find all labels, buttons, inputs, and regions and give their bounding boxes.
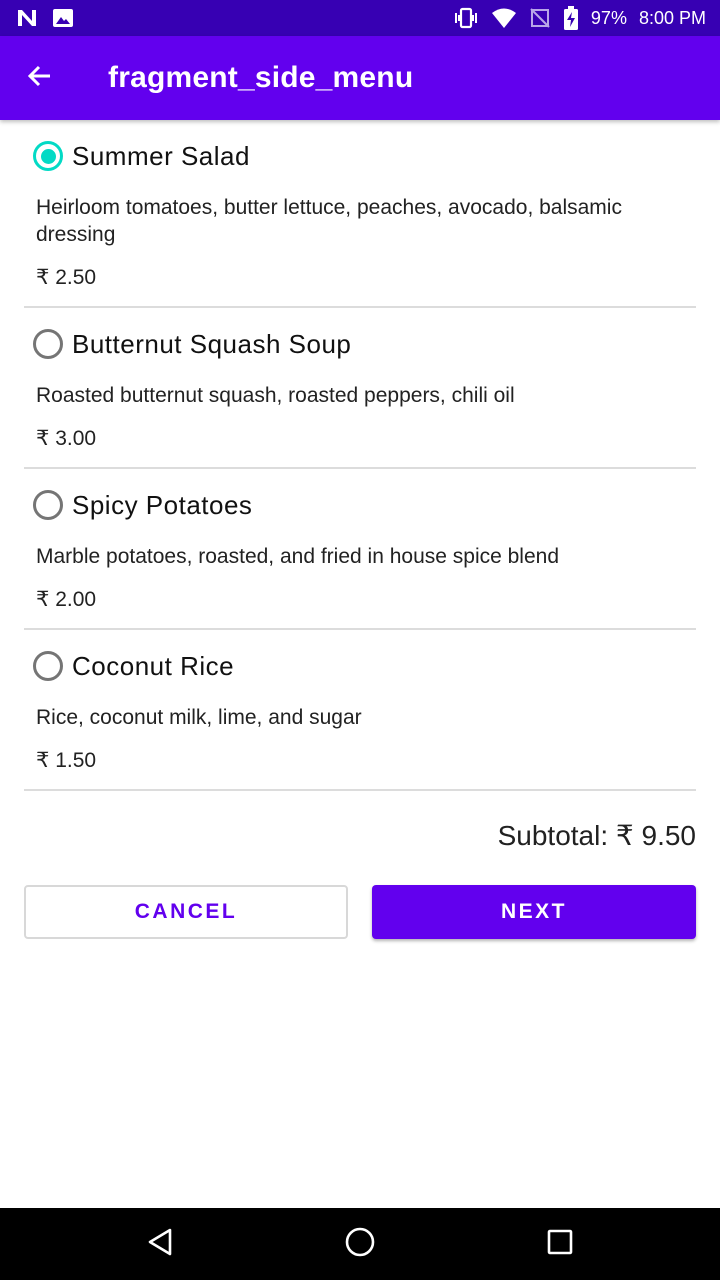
status-time: 8:00 PM [638, 7, 706, 28]
page-title: fragment_side_menu [108, 61, 414, 94]
no-sim-icon [529, 7, 551, 29]
menu-item-radio-row[interactable]: Butternut Squash Soup [24, 308, 696, 380]
menu-item-description: Roasted butternut squash, roasted pepper… [36, 384, 515, 407]
nav-home-button[interactable] [320, 1208, 400, 1280]
radio-button[interactable] [33, 651, 63, 681]
next-button[interactable]: NEXT [372, 885, 696, 939]
menu-item-spicy-potatoes: Spicy Potatoes Marble potatoes, roasted,… [24, 469, 696, 630]
battery-charging-icon [563, 6, 579, 30]
menu-item-butternut-squash-soup: Butternut Squash Soup Roasted butternut … [24, 308, 696, 469]
menu-item-name: Butternut Squash Soup [72, 328, 352, 359]
cancel-button[interactable]: CANCEL [24, 885, 348, 939]
nav-back-button[interactable] [120, 1208, 200, 1280]
nav-recents-button[interactable] [520, 1208, 600, 1280]
app-bar: fragment_side_menu [0, 36, 720, 120]
back-triangle-icon [146, 1227, 174, 1262]
menu-item-description: Marble potatoes, roasted, and fried in h… [36, 545, 560, 568]
wifi-icon [491, 7, 517, 29]
recents-square-icon [546, 1228, 574, 1261]
status-bar-left [16, 8, 88, 28]
menu-item-radio-row[interactable]: Spicy Potatoes [24, 469, 696, 541]
subtotal-text: Subtotal: ₹ 9.50 [497, 820, 696, 851]
home-circle-icon [344, 1226, 376, 1263]
radio-button[interactable] [33, 490, 63, 520]
radio-button-selected[interactable] [33, 141, 63, 171]
system-nav-bar [0, 1208, 720, 1280]
menu-item-radio-row[interactable]: Summer Salad [24, 120, 696, 192]
menu-item-price: ₹ 2.00 [36, 588, 97, 611]
image-notification-icon [52, 8, 74, 28]
menu-item-description: Rice, coconut milk, lime, and sugar [36, 706, 362, 729]
action-buttons: CANCEL NEXT [24, 885, 696, 939]
status-bar: 97% 8:00 PM [0, 0, 720, 36]
menu-item-name: Spicy Potatoes [72, 489, 253, 520]
n-logo-icon [16, 8, 38, 28]
menu-item-radio-row[interactable]: Coconut Rice [24, 630, 696, 702]
menu-item-name: Coconut Rice [72, 650, 235, 681]
menu-item-price: ₹ 2.50 [36, 266, 97, 289]
menu-content: Summer Salad Heirloom tomatoes, butter l… [0, 120, 720, 939]
radio-button[interactable] [33, 329, 63, 359]
menu-item-name: Summer Salad [72, 140, 250, 171]
menu-item-description: Heirloom tomatoes, butter lettuce, peach… [36, 196, 622, 246]
status-bar-right: 97% 8:00 PM [441, 6, 706, 30]
battery-percentage: 97% [590, 7, 627, 28]
menu-item-summer-salad: Summer Salad Heirloom tomatoes, butter l… [24, 120, 696, 308]
menu-item-price: ₹ 1.50 [36, 749, 97, 772]
arrow-back-icon [26, 62, 54, 95]
back-button[interactable] [0, 36, 80, 120]
vibrate-icon [453, 7, 479, 29]
menu-item-coconut-rice: Coconut Rice Rice, coconut milk, lime, a… [24, 630, 696, 791]
menu-item-price: ₹ 3.00 [36, 427, 97, 450]
